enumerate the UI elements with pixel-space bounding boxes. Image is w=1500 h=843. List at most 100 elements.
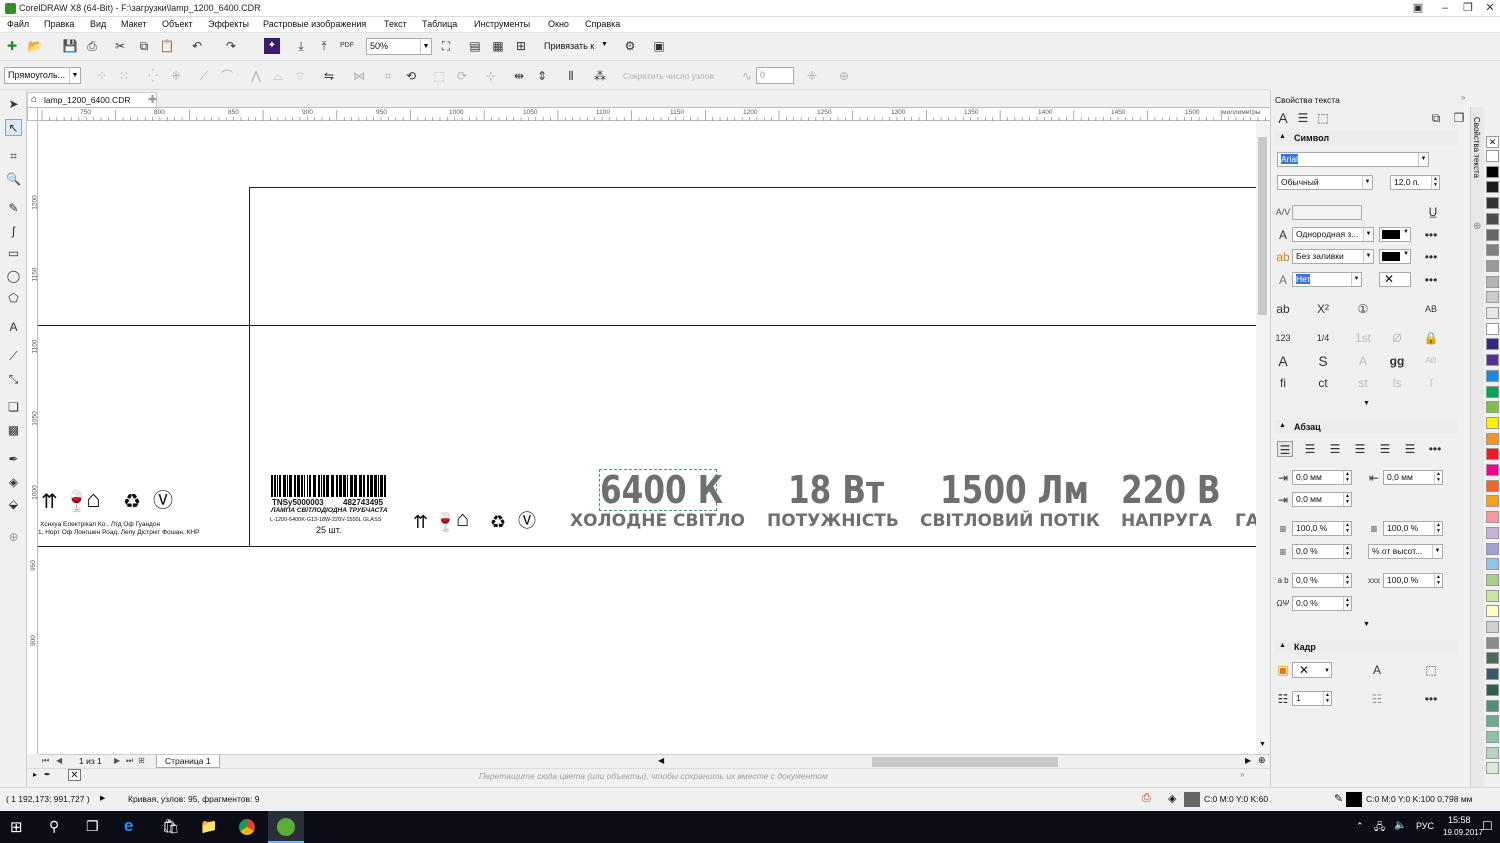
clock-date[interactable]: 19.09.2017 bbox=[1443, 828, 1483, 837]
historical-ligatures-icon[interactable]: st bbox=[1355, 375, 1371, 391]
vertical-ruler[interactable]: 1200 1150 1100 1050 1000 950 900 bbox=[27, 121, 39, 754]
before-paragraph-field[interactable]: 0,0 % ▲ ▼ bbox=[1292, 544, 1352, 559]
palette-scroll-icon[interactable]: » bbox=[1240, 770, 1244, 779]
object-type-combo[interactable]: Прямоуголь... ▼ bbox=[4, 67, 81, 84]
color-swatch[interactable] bbox=[1486, 464, 1499, 476]
rotate-nodes-icon[interactable]: ⟳ bbox=[454, 68, 470, 84]
outline-color-picker[interactable]: ✕ bbox=[1379, 272, 1411, 287]
color-swatch[interactable] bbox=[1486, 526, 1499, 539]
options-gear-icon[interactable]: ⚙ bbox=[622, 38, 638, 54]
spacing-unit-select[interactable]: % от высот... ▼ bbox=[1368, 544, 1443, 559]
frame-more-icon[interactable]: ••• bbox=[1423, 691, 1439, 707]
color-swatch[interactable] bbox=[1486, 589, 1499, 602]
reduce-nodes-button[interactable]: Сократить число узлов bbox=[623, 71, 714, 81]
spec-value-power[interactable]: 18 Вт bbox=[788, 468, 884, 512]
slashed-zero-icon[interactable]: Ø bbox=[1389, 330, 1405, 346]
spinner-icon[interactable]: ▲ ▼ bbox=[1431, 176, 1439, 189]
char-spacing-field[interactable]: 100,0 % ▲ ▼ bbox=[1383, 521, 1443, 536]
import-icon[interactable]: ⤓ bbox=[293, 38, 309, 54]
close-curve-icon[interactable]: ⟲ bbox=[403, 68, 419, 84]
underline-icon[interactable]: U̲ bbox=[1425, 204, 1441, 220]
rectangle-tool-icon[interactable]: ▭ bbox=[5, 245, 22, 262]
menu-effects[interactable]: Эффекты bbox=[208, 19, 249, 29]
color-swatch[interactable] bbox=[1486, 197, 1499, 210]
color-swatch[interactable] bbox=[1486, 636, 1499, 649]
color-swatch[interactable] bbox=[1486, 369, 1499, 382]
menu-text[interactable]: Текст bbox=[384, 19, 407, 29]
open-icon[interactable]: 📂 bbox=[27, 38, 43, 54]
to-line-icon[interactable]: ⟋ bbox=[196, 68, 212, 84]
outline-pen-icon[interactable]: ✎ bbox=[1334, 792, 1343, 805]
force-justify-icon[interactable]: ☰ bbox=[1402, 441, 1418, 457]
delete-node-icon[interactable]: ⁛ bbox=[145, 68, 161, 84]
crop-tool-icon[interactable]: ⌗ bbox=[5, 148, 22, 165]
shape-tool-icon[interactable]: ↖ bbox=[5, 119, 22, 136]
spinner-icon[interactable]: ▲ ▼ bbox=[1323, 692, 1331, 705]
color-proofing-icon[interactable]: ⎙ bbox=[1142, 792, 1151, 805]
spinner-icon[interactable]: ▲ ▼ bbox=[1434, 522, 1442, 535]
windows-start-icon[interactable]: ⊞ bbox=[10, 818, 23, 836]
no-color-swatch[interactable]: ✕ bbox=[68, 769, 81, 781]
align-nodes-icon[interactable]: ⊹ bbox=[483, 68, 499, 84]
fill-color-indicator[interactable] bbox=[1184, 792, 1200, 807]
close-button[interactable]: ✕ bbox=[1480, 1, 1500, 15]
menu-edit[interactable]: Правка bbox=[44, 19, 74, 29]
color-swatch[interactable] bbox=[1486, 762, 1499, 775]
file-explorer-icon[interactable]: 📁 bbox=[200, 818, 217, 835]
align-left-icon[interactable]: ☰ bbox=[1302, 441, 1318, 457]
font-style-select[interactable]: Обычный ▼ bbox=[1277, 175, 1373, 190]
menu-layout[interactable]: Макет bbox=[121, 19, 146, 29]
publish-pdf-icon[interactable]: PDF bbox=[339, 38, 355, 54]
frame-settings-icon[interactable]: ⬚ bbox=[1423, 662, 1439, 678]
historical-st-icon[interactable]: ſs bbox=[1389, 375, 1405, 391]
historical-forms-icon[interactable]: AÐ bbox=[1423, 353, 1439, 369]
color-swatch[interactable] bbox=[1486, 259, 1499, 272]
character-tab-icon[interactable]: A bbox=[1275, 110, 1291, 126]
menu-view[interactable]: Вид bbox=[90, 19, 106, 29]
page-tab[interactable]: Страница 1 bbox=[156, 755, 220, 768]
spinner-icon[interactable]: ▲ ▼ bbox=[1343, 522, 1351, 535]
pick-tool-icon[interactable]: ➤ bbox=[5, 96, 22, 113]
store-icon[interactable]: 🛍 bbox=[162, 818, 180, 835]
font-size-field[interactable]: 12,0 п. ▲ ▼ bbox=[1390, 175, 1440, 190]
document-palette[interactable]: ▸ ✒ ✕ Перетащите сюда цвета (или объекты… bbox=[27, 768, 1270, 782]
add-tab-icon[interactable]: ✚ bbox=[148, 93, 157, 106]
symbol-section-header[interactable]: Символ bbox=[1274, 131, 1457, 145]
color-swatch[interactable] bbox=[1486, 652, 1499, 665]
mirror-vertical-icon[interactable]: ⇕ bbox=[534, 68, 550, 84]
ruler-origin[interactable] bbox=[27, 107, 38, 121]
zoom-navigator-icon[interactable]: ⊕ bbox=[1258, 755, 1266, 766]
color-swatch[interactable] bbox=[1486, 354, 1499, 367]
columns-field[interactable]: 1 ▲ ▼ bbox=[1292, 691, 1332, 706]
no-color-swatch[interactable]: ✕ bbox=[1486, 136, 1499, 148]
text-tool-icon[interactable]: A bbox=[5, 319, 22, 336]
connector-tool-icon[interactable]: ⤡ bbox=[5, 371, 22, 388]
spinner-icon[interactable]: ▲ ▼ bbox=[1343, 471, 1351, 484]
frame-section-header[interactable]: Кадр bbox=[1274, 640, 1457, 654]
spec-value-luminous-flux[interactable]: 1500 Лм bbox=[940, 468, 1089, 512]
ligatures-icon[interactable]: ﬁ bbox=[1275, 375, 1291, 391]
background-fill-select[interactable]: Без заливки ▼ bbox=[1292, 249, 1374, 264]
show-guidelines-icon[interactable]: ⊞ bbox=[513, 38, 529, 54]
keyboard-language[interactable]: РУС bbox=[1416, 821, 1434, 831]
color-swatch[interactable] bbox=[1486, 322, 1499, 335]
new-document-icon[interactable]: ✚ bbox=[4, 38, 20, 54]
add-page-icon[interactable]: ⊞ bbox=[138, 756, 145, 765]
align-right-icon[interactable]: ☰ bbox=[1352, 441, 1368, 457]
search-icon[interactable]: ⚲ bbox=[49, 818, 59, 835]
color-swatch[interactable] bbox=[1486, 244, 1499, 257]
first-line-indent-field[interactable]: 0,0 мм ▲ ▼ bbox=[1292, 492, 1352, 507]
color-swatch[interactable] bbox=[1486, 730, 1499, 743]
show-grid-icon[interactable]: ▦ bbox=[490, 38, 506, 54]
export-icon[interactable]: ⤒ bbox=[316, 38, 332, 54]
join-nodes-icon[interactable]: ⁜ bbox=[168, 68, 184, 84]
document-tab[interactable]: ⌂ lamp_1200_6400.CDR bbox=[27, 92, 157, 107]
text-direction-icon[interactable]: A bbox=[1369, 662, 1385, 678]
full-screen-icon[interactable]: ⛶ bbox=[438, 38, 454, 54]
color-palette[interactable]: ✕ bbox=[1484, 130, 1500, 780]
font-family-select[interactable]: Arial ▼ bbox=[1277, 152, 1429, 167]
color-swatch[interactable] bbox=[1486, 621, 1499, 633]
freehand-tool-icon[interactable]: ✎ bbox=[5, 200, 22, 217]
eyedropper-icon[interactable]: ✒ bbox=[44, 770, 51, 779]
outline-width-select[interactable]: Нет ▼ bbox=[1292, 272, 1362, 287]
